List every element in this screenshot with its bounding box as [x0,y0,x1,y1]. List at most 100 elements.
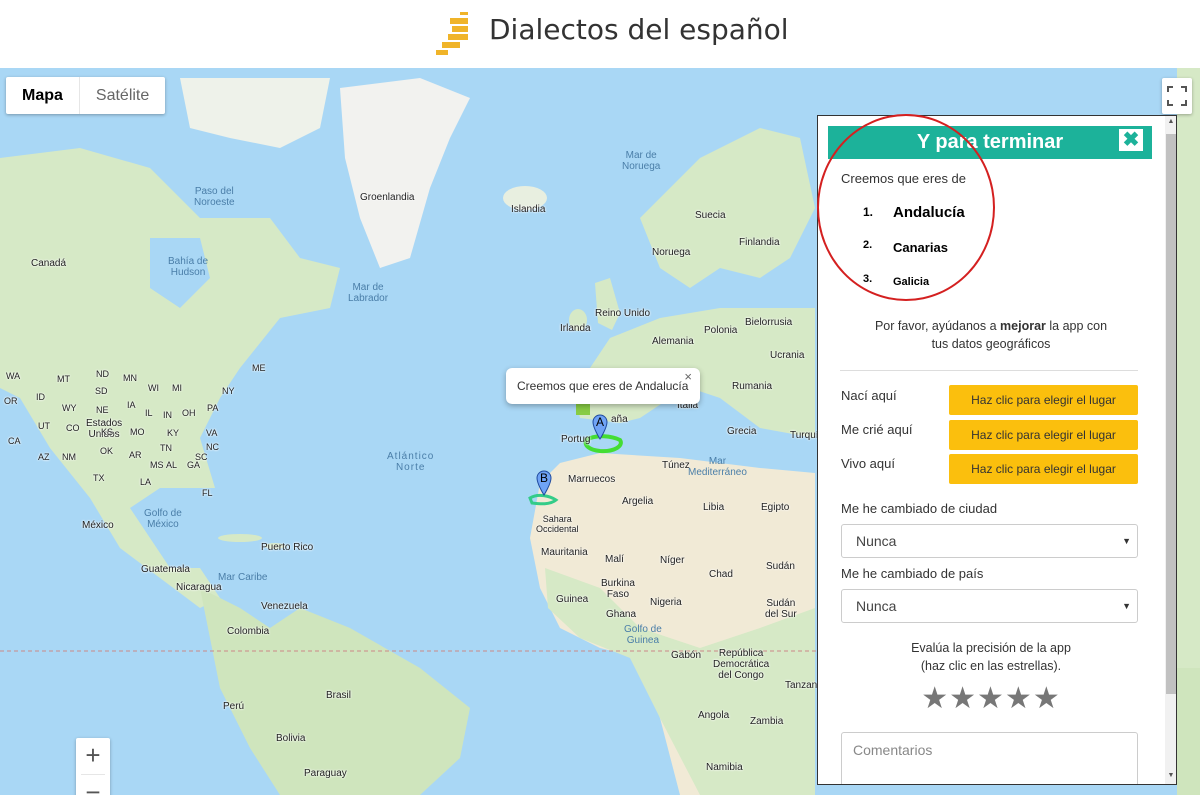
map-label: Mar Mediterráneo [688,456,747,478]
help-text-part: la app con [1045,319,1108,333]
map-label: WI [148,383,159,393]
map-label: SD [95,386,108,396]
city-change-select[interactable]: Nunca ▼ [841,524,1138,558]
infowindow-close-icon[interactable]: × [684,369,692,384]
map-label: IN [163,410,172,420]
map-label: Alemania [652,336,694,347]
map-label: Canadá [31,258,67,269]
panel-scrollbar-thumb[interactable] [1166,134,1176,694]
scroll-down-icon[interactable]: ▼ [1166,772,1176,779]
map-label: ID [36,392,45,402]
map-label: Reino Unido [595,308,651,319]
chevron-down-icon: ▼ [1122,536,1131,546]
help-text-bold: mejorar [1000,319,1046,333]
country-change-value: Nunca [856,598,897,614]
prediction-intro: Creemos que eres de [841,171,967,186]
map-label: Marruecos [568,474,616,485]
results-panel: Y para terminar ✖ Creemos que eres de 1.… [817,115,1177,785]
map-label: Sahara Occidental [536,514,579,534]
map-label: ME [252,363,266,373]
map-label: Ghana [606,609,637,620]
map-label: Atlántico Norte [387,451,435,473]
rank-number: 2. [863,239,873,251]
map-label: OK [100,446,114,456]
panel-header: Y para terminar ✖ [828,126,1152,159]
map-label: Bahía de Hudson [168,256,209,278]
map-label: Puerto Rico [261,542,314,553]
map-label: Malí [605,554,624,565]
fullscreen-button[interactable] [1162,78,1192,114]
rank-number: 3. [863,273,873,285]
city-change-label: Me he cambiado de ciudad [841,501,998,516]
map-label: Tanzan [785,680,818,691]
panel-close-button[interactable]: ✖ [1119,129,1143,151]
map-label: MT [57,374,70,384]
map-label: Perú [223,701,245,712]
map-type-map-button[interactable]: Mapa [6,77,79,114]
map-label: KS [101,427,114,437]
live-place-button[interactable]: Haz clic para elegir el lugar [949,454,1138,484]
map-label: Mar de Labrador [348,282,389,304]
map-label: Níger [660,555,685,566]
map-label: MO [130,427,145,437]
map-marker-a[interactable]: A [592,414,608,440]
star-rating[interactable]: ★★★★★ [828,681,1154,716]
map-label: SC [195,452,208,462]
map-label: Namibia [706,762,743,773]
city-change-value: Nunca [856,533,897,549]
rank-name: Andalucía [893,204,965,221]
map-label: Egipto [761,502,790,513]
map-label: Angola [698,710,730,721]
rank-number: 1. [863,205,874,219]
map-label: CO [66,423,80,433]
raised-place-button[interactable]: Haz clic para elegir el lugar [949,420,1138,450]
map-label: Gabón [671,650,702,661]
map-label: TN [160,443,172,453]
comments-textarea[interactable]: Comentarios [841,732,1138,784]
map-type-satellite-button[interactable]: Satélite [78,77,165,114]
map-label: Noruega [652,247,691,258]
map-label: AL [166,460,178,470]
map-marker-b[interactable]: B [536,470,552,496]
map-label: Venezuela [261,601,308,612]
map-label: AZ [38,452,50,462]
country-change-select[interactable]: Nunca ▼ [841,589,1138,623]
map-label: IL [145,408,153,418]
map-label: Grecia [727,426,757,437]
map-label: Guatemala [141,564,190,575]
map-label: Golfo de México [144,508,182,530]
help-text-part: Por favor, ayúdanos a [874,319,1001,333]
scroll-up-icon[interactable]: ▲ [1166,118,1176,125]
map-label: NE [96,405,109,415]
live-label: Vivo aquí [841,456,895,471]
rating-line2: (haz clic en las estrellas). [920,659,1062,673]
map-label: Bielorrusia [745,317,793,328]
map-label: Sudán del Sur [765,598,797,620]
zoom-in-button[interactable]: + [76,738,110,774]
map-label: Burkina Faso [601,578,635,600]
map-label: Zambia [750,716,784,727]
raised-label: Me crié aquí [841,422,913,437]
map-label: Golfo de Guinea [624,624,662,646]
map-label: MS [150,460,164,470]
map-label: Turquí [790,430,819,441]
map-label: ND [96,369,109,379]
chevron-down-icon: ▼ [1122,601,1131,611]
map-label: MN [123,373,137,383]
map-label: Irlanda [560,323,591,334]
zoom-out-button[interactable]: − [76,775,110,795]
help-text-line2: tus datos geográficos [931,337,1051,351]
map-label: OR [4,396,18,406]
map-label: KY [167,428,180,438]
map-label: Bolivia [276,733,306,744]
map-label: WY [62,403,77,413]
zoom-control: + − [76,738,110,795]
born-place-button[interactable]: Haz clic para elegir el lugar [949,385,1138,415]
app-header: Dialectos del español [0,0,1200,68]
map-label: Paso del Noroeste [194,186,235,208]
map-label: Mar de Noruega [622,150,661,172]
map-label: FL [202,488,213,498]
help-text: Por favor, ayúdanos a mejorar la app con… [828,317,1154,353]
marker-label: B [539,471,548,485]
map-label: Brasil [326,690,352,701]
